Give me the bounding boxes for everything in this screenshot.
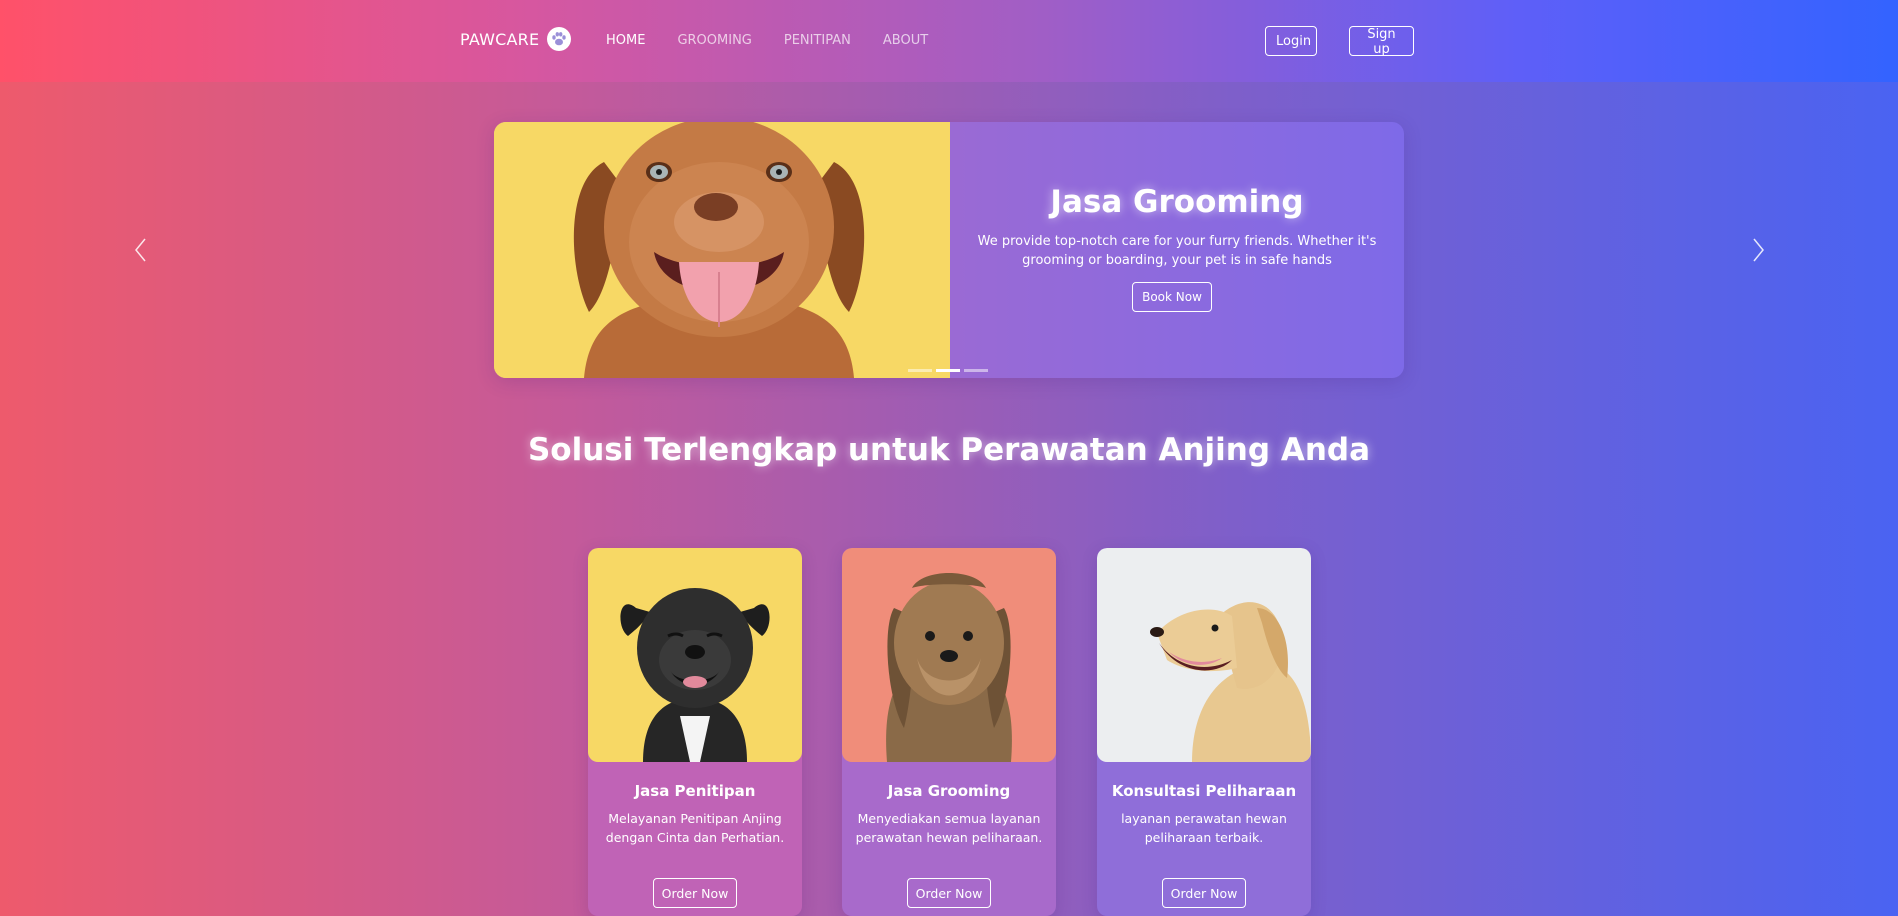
puppy-photo — [494, 122, 950, 378]
carousel-prev-icon[interactable] — [131, 236, 151, 264]
carousel-indicator-active[interactable] — [936, 369, 960, 372]
carousel-indicator[interactable] — [964, 369, 988, 372]
card-title: Jasa Penitipan — [634, 782, 756, 800]
card-description: Melayanan Penitipan Anjing dengan Cinta … — [605, 811, 785, 845]
nav-link-grooming[interactable]: GROOMING — [677, 33, 751, 48]
carousel-next-icon[interactable] — [1748, 236, 1768, 264]
nav-link-penitipan[interactable]: PENITIPAN — [784, 33, 851, 48]
service-card-konsultasi: Konsultasi Peliharaan layanan perawatan … — [1097, 548, 1311, 916]
signup-button[interactable]: Sign up — [1349, 26, 1414, 57]
login-button[interactable]: Login — [1265, 26, 1317, 56]
order-now-button[interactable]: Order Now — [907, 878, 991, 908]
order-now-button[interactable]: Order Now — [653, 878, 737, 908]
navbar: PAWCARE HOME GROOMING PENITIPAN ABOUT Lo… — [0, 0, 1898, 82]
nav-link-about[interactable]: ABOUT — [883, 33, 928, 48]
carousel-indicators — [908, 369, 988, 372]
black-dog-photo — [588, 548, 802, 762]
hero-carousel: Jasa Grooming We provide top-notch care … — [494, 122, 1404, 378]
card-title: Konsultasi Peliharaan — [1111, 782, 1297, 800]
brand[interactable]: PAWCARE — [460, 27, 572, 51]
carousel-indicator[interactable] — [908, 369, 932, 372]
card-description: layanan perawatan hewan peliharaan terba… — [1121, 811, 1287, 845]
hero-title: Jasa Grooming — [1050, 184, 1304, 220]
carousel-caption: Jasa Grooming We provide top-notch care … — [950, 122, 1404, 378]
book-now-button[interactable]: Book Now — [1132, 282, 1212, 312]
nav-link-home[interactable]: HOME — [606, 33, 645, 48]
service-card-penitipan: Jasa Penitipan Melayanan Penitipan Anjin… — [588, 548, 802, 916]
section-title: Solusi Terlengkap untuk Perawatan Anjing… — [527, 432, 1371, 468]
brand-name[interactable]: PAWCARE — [460, 30, 539, 49]
nav-links: HOME GROOMING PENITIPAN ABOUT — [606, 33, 928, 48]
card-description: Menyediakan semua layanan perawatan hewa… — [855, 811, 1043, 845]
hero-description: We provide top-notch care for your furry… — [977, 234, 1377, 268]
golden-retriever-photo — [1097, 548, 1311, 762]
paw-icon — [547, 27, 572, 51]
yorkie-dog-photo — [842, 548, 1056, 762]
card-title: Jasa Grooming — [887, 782, 1011, 800]
service-card-grooming: Jasa Grooming Menyediakan semua layanan … — [842, 548, 1056, 916]
order-now-button[interactable]: Order Now — [1162, 878, 1246, 908]
